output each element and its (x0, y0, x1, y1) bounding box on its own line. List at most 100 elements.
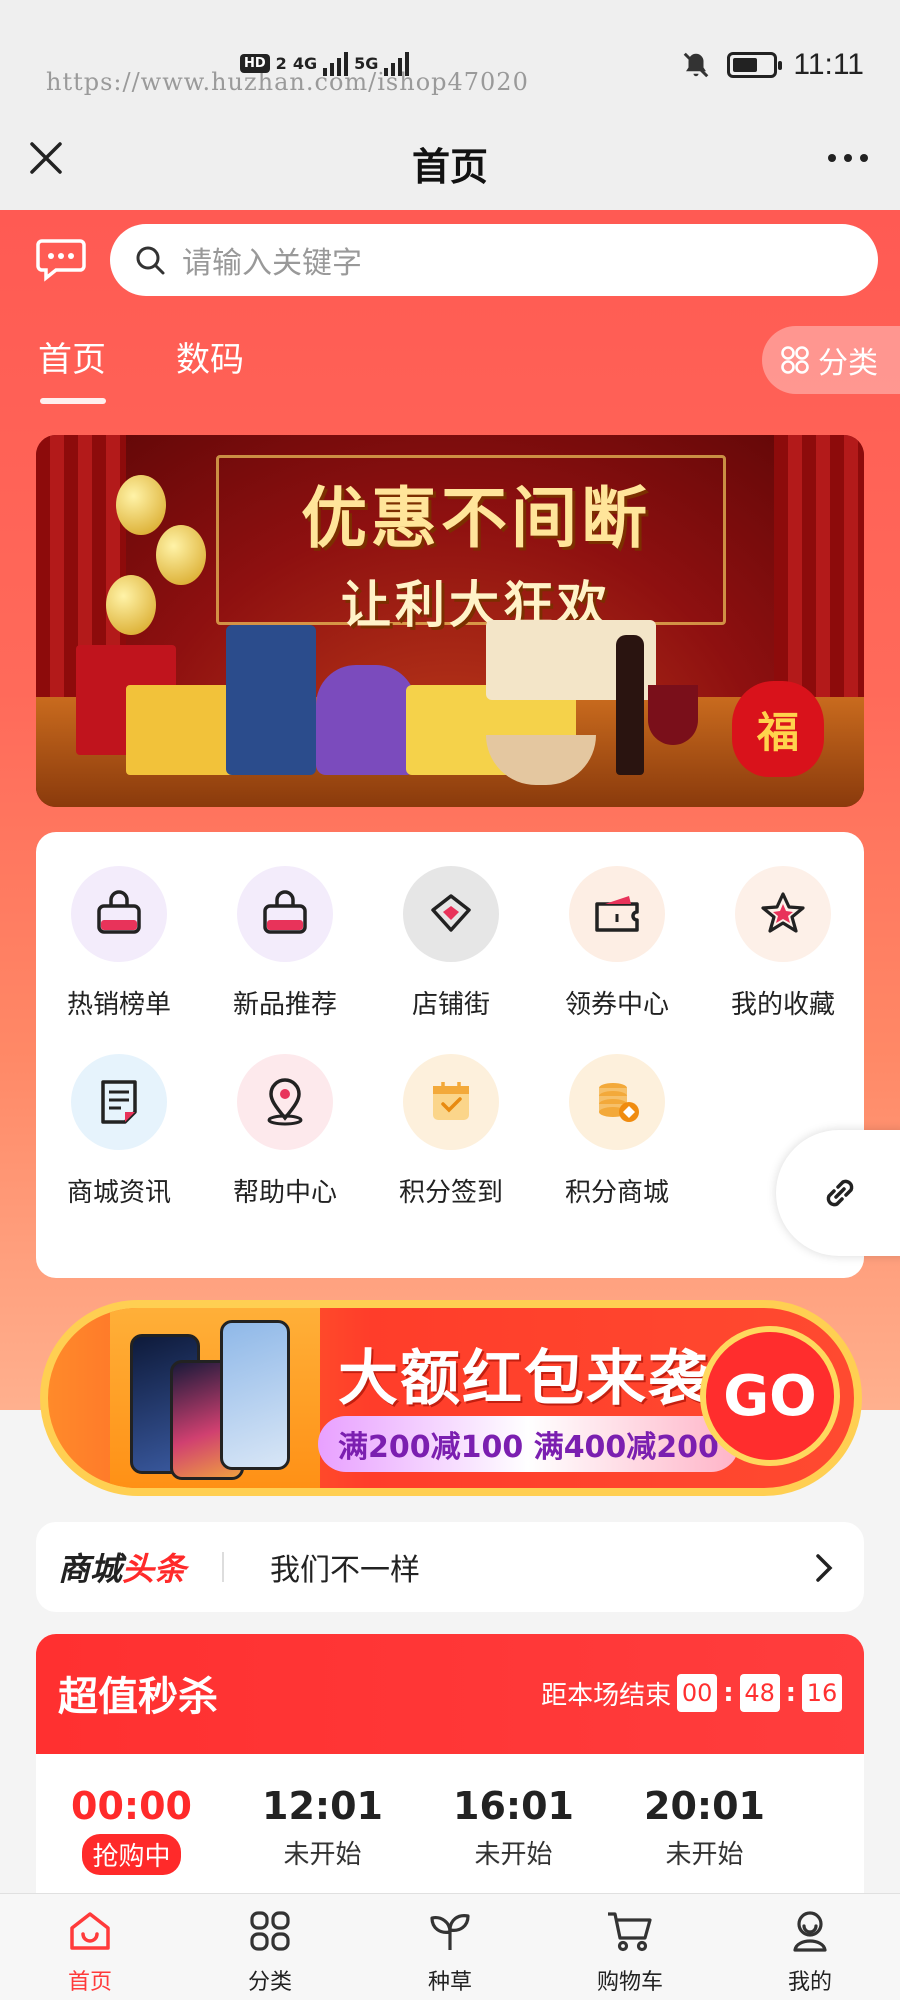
nav-label: 购物车 (596, 1970, 663, 1995)
countdown-hours: 00 (677, 1674, 718, 1712)
go-button[interactable]: GO (700, 1326, 840, 1466)
menu-label: 新品推荐 (232, 990, 337, 1020)
quick-menu: 热销榜单 新品推荐 店铺街 领券中心 我的收藏 商城资讯 帮助中心 积分签到 积… (36, 832, 864, 1278)
home-icon (70, 1912, 110, 1950)
countdown-seconds: 16 (802, 1674, 842, 1712)
time-slot[interactable]: 00:00 抢购中 (36, 1784, 227, 1875)
nav-home[interactable]: 首页 (0, 1894, 180, 2000)
mall-headline[interactable]: 商城 头条 我们不一样 (36, 1522, 864, 1612)
battery-icon (727, 52, 783, 78)
nav-category[interactable]: 分类 (180, 1894, 360, 2000)
banner-line1: 优惠不间断 (301, 480, 651, 557)
title-bar: 首页 (0, 110, 900, 210)
slot-time: 20:01 (644, 1784, 765, 1828)
menu-label: 积分签到 (398, 1178, 503, 1208)
calendar-check-icon (403, 1054, 499, 1150)
slot-time: 00:00 (71, 1784, 192, 1828)
signal-icon (323, 50, 349, 76)
menu-mall-news[interactable]: 商城资讯 (44, 1054, 194, 1209)
nav-label: 分类 (247, 1970, 292, 1995)
time-slots: 00:00 抢购中 12:01 未开始 16:01 未开始 20:01 未开始 (36, 1784, 864, 1875)
more-options-icon[interactable] (828, 154, 868, 162)
flash-sale: 超值秒杀 距本场结束 00 : 48 : 16 00:00 抢购中 12:01 … (36, 1634, 864, 1894)
slot-time: 16:01 (453, 1784, 574, 1828)
menu-label: 积分商城 (564, 1178, 669, 1208)
menu-label: 我的收藏 (730, 990, 835, 1020)
tab-home[interactable]: 首页 (38, 332, 106, 404)
menu-coupon-center[interactable]: 领券中心 (542, 866, 692, 1021)
balloon-icon (106, 575, 156, 635)
menu-store-street[interactable]: 店铺街 (376, 866, 526, 1021)
menu-hot-list[interactable]: 热销榜单 (44, 866, 194, 1021)
slot-time: 12:01 (262, 1784, 383, 1828)
sim-number: 2 (275, 53, 287, 73)
nav-label: 种草 (427, 1970, 472, 1995)
grid-icon (781, 346, 809, 374)
nav-cart[interactable]: 购物车 (540, 1894, 720, 2000)
menu-help-center[interactable]: 帮助中心 (210, 1054, 360, 1209)
wine-glass (648, 685, 698, 745)
menu-favorites[interactable]: 我的收藏 (708, 866, 858, 1021)
share-link-button[interactable] (776, 1130, 900, 1256)
headline-label-b: 头条 (122, 1550, 187, 1588)
coins-icon (569, 1054, 665, 1150)
balloon-icon (116, 475, 166, 535)
menu-label: 帮助中心 (232, 1178, 337, 1208)
time-slot[interactable]: 16:01 未开始 (418, 1784, 609, 1875)
status-bar: https://www.huzhan.com/ishop47020 HD 2 4… (0, 0, 900, 110)
sprout-icon (430, 1914, 470, 1950)
cart-icon (608, 1912, 652, 1952)
network-indicator: HD 2 4G 5G (240, 50, 410, 76)
banner-title: 优惠不间断 让利大狂欢 (226, 465, 726, 637)
time-slot[interactable]: 12:01 未开始 (227, 1784, 418, 1875)
lucky-bag: 福 (732, 681, 824, 777)
flash-sale-title: 超值秒杀 (58, 1674, 218, 1720)
mute-bell-icon (684, 52, 709, 78)
user-icon (793, 1911, 827, 1952)
promo-subtitle-text: 满200减100 满400减200 (338, 1430, 719, 1465)
slot-status: 未开始 (665, 1840, 744, 1870)
category-button[interactable]: 分类 (762, 326, 900, 394)
bottom-nav: 首页 分类 种草 购物车 我的 (0, 1893, 900, 2000)
link-icon (826, 1179, 854, 1207)
page-title: 首页 (411, 145, 488, 189)
menu-label: 商城资讯 (66, 1178, 171, 1208)
menu-label: 店铺街 (411, 990, 490, 1020)
tab-digital[interactable]: 数码 (176, 332, 244, 381)
location-pin-icon (237, 1054, 333, 1150)
search-input[interactable]: 请输入关键字 (110, 224, 878, 296)
search-icon (136, 246, 165, 275)
shopping-bag-icon (237, 866, 333, 962)
coupon-icon (569, 866, 665, 962)
menu-points-checkin[interactable]: 积分签到 (376, 1054, 526, 1209)
grid-icon (250, 1911, 290, 1951)
countdown-minutes: 48 (739, 1674, 780, 1712)
net-4g-label: 4G (292, 53, 318, 73)
slot-status: 未开始 (283, 1840, 362, 1870)
nav-grass[interactable]: 种草 (360, 1894, 540, 2000)
product-box (226, 625, 316, 775)
menu-points-mall[interactable]: 积分商城 (542, 1054, 692, 1209)
message-icon[interactable] (36, 238, 86, 282)
promo-banner[interactable]: 优惠不间断 让利大狂欢 福 (36, 435, 864, 807)
hd-badge: HD (240, 53, 270, 73)
divider (222, 1552, 225, 1582)
nav-mine[interactable]: 我的 (720, 1894, 900, 2000)
countdown-label: 距本场结束 (541, 1680, 672, 1711)
promo-subtitle: 满200减100 满400减200 (318, 1416, 739, 1472)
slot-status: 未开始 (474, 1840, 553, 1870)
clock: 11:11 (793, 48, 864, 81)
top-tabs: 首页 数码 (38, 332, 244, 404)
headline-label-a: 商城 (58, 1550, 123, 1588)
menu-label: 领券中心 (564, 990, 669, 1020)
product-jar (316, 665, 416, 775)
slot-status: 抢购中 (82, 1834, 181, 1875)
red-packet-banner[interactable]: 大额红包来袭 满200减100 满400减200 GO (40, 1300, 862, 1496)
chevron-right-icon (816, 1554, 833, 1582)
search-placeholder: 请输入关键字 (182, 246, 362, 281)
flash-sale-header: 超值秒杀 距本场结束 00 : 48 : 16 (36, 1634, 864, 1754)
promo-title: 大额红包来袭 (338, 1344, 710, 1414)
menu-new-products[interactable]: 新品推荐 (210, 866, 360, 1021)
shopping-bag-icon (71, 866, 167, 962)
time-slot[interactable]: 20:01 未开始 (609, 1784, 800, 1875)
